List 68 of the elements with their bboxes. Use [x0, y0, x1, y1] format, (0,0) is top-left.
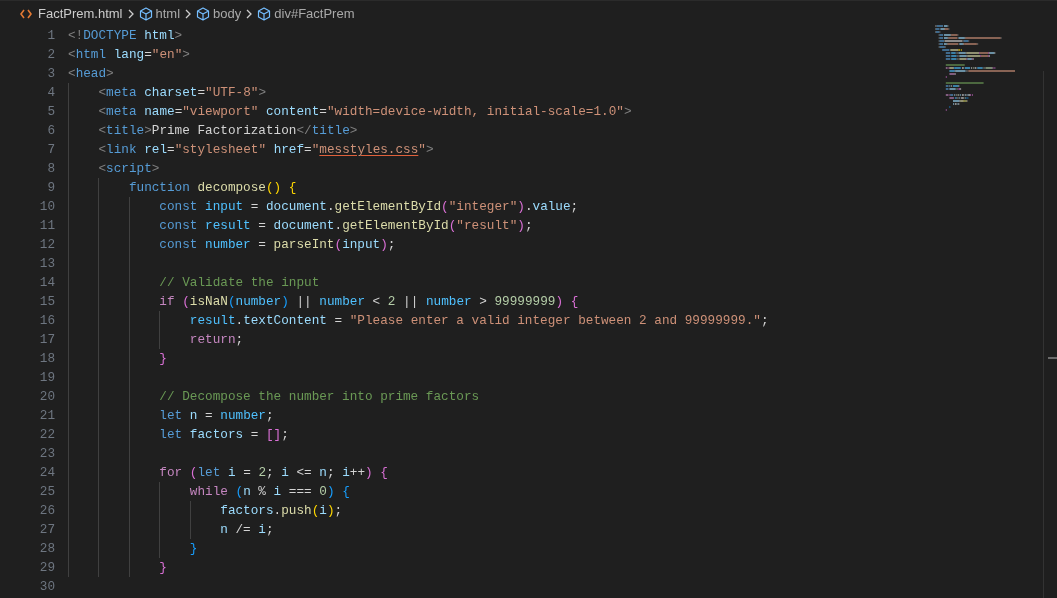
breadcrumb-item[interactable]: body — [213, 3, 242, 24]
cube-icon — [138, 6, 153, 21]
line-number: 24 — [38, 464, 55, 482]
code-line: <link rel="stylesheet" href="messtyles.css"> — [97, 141, 434, 159]
code-line: <meta charset="UTF-8"> — [97, 84, 266, 102]
line-number: 6 — [46, 122, 55, 140]
line-number: 22 — [38, 426, 55, 444]
cube-icon — [257, 6, 272, 21]
line-number: 19 — [38, 369, 55, 387]
line-number: 23 — [38, 445, 55, 463]
code-line: // Validate the input — [158, 274, 320, 292]
code-line: n /= i; — [219, 521, 274, 539]
line-number: 20 — [38, 388, 55, 406]
line-number: 7 — [46, 141, 55, 159]
code-line: const result = document.getElementById("result"); — [158, 217, 533, 235]
cube-icon — [196, 6, 211, 21]
scroll-position-marker — [1048, 357, 1057, 359]
line-number: 9 — [46, 179, 55, 197]
code-file-icon — [20, 8, 32, 19]
code-line: const number = parseInt(input); — [158, 236, 396, 254]
line-number: 1 — [46, 27, 55, 45]
code-line: let factors = []; — [158, 426, 289, 444]
code-line: } — [158, 559, 167, 577]
line-number: 11 — [38, 217, 55, 235]
chevron-right-icon — [184, 8, 193, 19]
code-line: result.textContent = "Please enter a valid integer between 2 and 99999999."; — [188, 312, 769, 330]
line-number: 29 — [38, 559, 55, 577]
line-number: 3 — [46, 65, 55, 83]
code-line: <html lang="en"> — [68, 46, 190, 64]
code-line: for (let i = 2; i <= n; i++) { — [158, 464, 388, 482]
code-line: factors.push(i); — [219, 502, 343, 520]
code-line: } — [158, 350, 167, 368]
line-number: 15 — [38, 293, 55, 311]
code-line: if (isNaN(number) || number < 2 || number > 99999999) { — [158, 293, 579, 311]
breadcrumb-item[interactable]: div#FactPrem — [274, 3, 355, 24]
line-number: 21 — [38, 407, 55, 425]
line-number: 2 — [46, 46, 55, 64]
code-line: while (n % i === 0) { — [188, 483, 350, 501]
line-number: 10 — [38, 198, 55, 216]
line-number: 5 — [46, 103, 55, 121]
breadcrumb-item[interactable]: html — [155, 3, 181, 24]
code-line: function decompose() { — [127, 179, 297, 197]
line-number: 12 — [38, 236, 55, 254]
line-number: 28 — [38, 540, 55, 558]
line-number: 16 — [38, 312, 55, 330]
line-number: 26 — [38, 502, 55, 520]
chevron-right-icon — [245, 8, 254, 19]
code-line: <meta name="viewport" content="width=device-width, initial-scale=1.0"> — [97, 103, 632, 121]
line-number: 13 — [38, 255, 55, 273]
breadcrumb-item[interactable]: FactPrem.html — [38, 3, 123, 24]
line-number: 8 — [46, 160, 55, 178]
line-number: 30 — [38, 578, 55, 596]
code-line: <script> — [97, 160, 160, 178]
code-line: <!DOCTYPE html> — [68, 27, 183, 45]
line-number: 25 — [38, 483, 55, 501]
line-number: 14 — [38, 274, 55, 292]
code-line: return; — [188, 331, 244, 349]
code-line: let n = number; — [158, 407, 274, 425]
chevron-right-icon — [126, 8, 135, 19]
code-line: // Decompose the number into prime factors — [158, 388, 480, 406]
line-number: 27 — [38, 521, 55, 539]
code-line: <title>Prime Factorization</title> — [97, 122, 358, 140]
code-line: <head> — [68, 65, 114, 83]
line-number: 18 — [38, 350, 55, 368]
line-number: 4 — [46, 84, 55, 102]
code-line: } — [188, 540, 198, 558]
line-number: 17 — [38, 331, 55, 349]
code-line: const input = document.getElementById("integer").value; — [158, 198, 579, 216]
